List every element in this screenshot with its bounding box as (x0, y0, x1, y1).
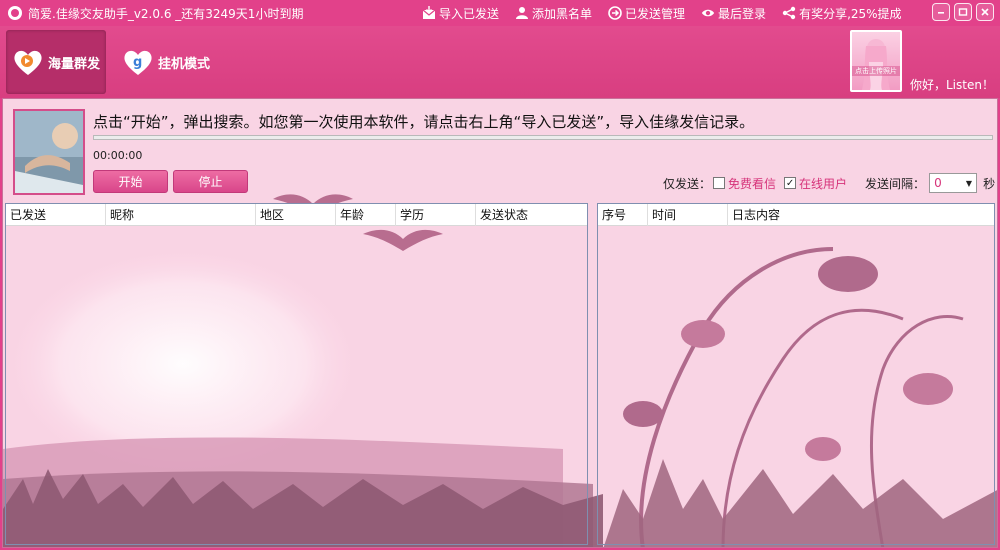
column-header-region[interactable]: 地区 (256, 204, 336, 226)
sent-management-label: 已发送管理 (625, 6, 686, 21)
last-login-button[interactable]: 最后登录 (701, 5, 766, 22)
window-title: 简爱.佳缘交友助手_v2.0.6 _还有3249天1小时到期 (28, 6, 304, 21)
start-button[interactable]: 开始 (93, 170, 168, 193)
share-reward-button[interactable]: 有奖分享,25%提成 (782, 5, 902, 22)
sent-management-button[interactable]: 已发送管理 (608, 5, 685, 22)
column-header-log-content[interactable]: 日志内容 (728, 204, 994, 226)
sent-users-table-header: 已发送 昵称 地区 年龄 学历 发送状态 (6, 204, 587, 226)
column-header-nickname[interactable]: 昵称 (106, 204, 256, 226)
log-table[interactable]: 序号 时间 日志内容 (597, 203, 995, 545)
avatar-caption: 点击上传照片 (852, 66, 900, 76)
title-actions: 导入已发送 添加黑名单 已发送管理 最后登录 有奖分享,25%提成 (422, 0, 918, 26)
mass-send-label: 海量群发 (48, 56, 101, 72)
minimize-button[interactable] (932, 3, 950, 21)
sent-users-table[interactable]: 已发送 昵称 地区 年龄 学历 发送状态 (5, 203, 588, 545)
svg-text:g: g (133, 55, 142, 70)
column-header-education[interactable]: 学历 (396, 204, 476, 226)
column-header-send-status[interactable]: 发送状态 (476, 204, 587, 226)
close-button[interactable] (976, 3, 994, 21)
online-users-checkbox[interactable]: ✓ (784, 177, 797, 189)
maximize-button[interactable] (954, 3, 972, 21)
idle-mode-label: 挂机模式 (158, 56, 211, 72)
share-reward-label: 有奖分享,25%提成 (799, 6, 902, 21)
mass-send-mode-button[interactable]: 海量群发 (6, 30, 106, 94)
last-login-label: 最后登录 (718, 6, 767, 21)
online-users-label: 在线用户 (799, 176, 848, 191)
column-header-index[interactable]: 序号 (598, 204, 648, 226)
eye-icon (701, 6, 715, 20)
log-table-header: 序号 时间 日志内容 (598, 204, 994, 226)
free-view-label: 免费看信 (728, 176, 777, 191)
import-icon (422, 6, 436, 20)
send-interval-select[interactable]: 0 ▼ (929, 173, 978, 193)
title-group: 简爱.佳缘交友助手_v2.0.6 _还有3249天1小时到期 (8, 0, 303, 26)
instruction-text: 点击“开始”，弹出搜索。如您第一次使用本软件，请点击右上角“导入已发送”，导入佳… (93, 113, 755, 131)
arrow-circle-icon (608, 6, 622, 20)
search-progress-bar (93, 135, 993, 140)
elapsed-timer: 00:00:00 (93, 149, 143, 162)
share-icon (782, 6, 796, 20)
add-blacklist-button[interactable]: 添加黑名单 (515, 5, 592, 22)
greeting-text: 你好，Listen！ (910, 78, 994, 92)
idle-mode-button[interactable]: g 挂机模式 (116, 30, 226, 94)
send-options: 仅发送： 免费看信 ✓ 在线用户 发送间隔： 0 ▼ 秒 (663, 173, 995, 193)
profile-photo (13, 109, 85, 195)
add-blacklist-label: 添加黑名单 (532, 6, 593, 21)
close-icon (981, 8, 989, 16)
female-silhouette-icon (862, 39, 890, 90)
chevron-down-icon: ▼ (965, 178, 973, 188)
seconds-unit-label: 秒 (983, 176, 996, 191)
mode-toolbar: 海量群发 g 挂机模式 点击上传照片 你好，Listen！ (0, 26, 1000, 98)
stop-button[interactable]: 停止 (173, 170, 248, 193)
heart-g-icon: g (122, 47, 154, 77)
avatar[interactable]: 点击上传照片 (850, 30, 902, 92)
import-sent-button[interactable]: 导入已发送 (422, 5, 499, 22)
send-interval-label: 发送间隔： (865, 176, 926, 191)
heart-send-icon (12, 47, 44, 77)
free-view-checkbox[interactable] (713, 177, 726, 189)
send-interval-value: 0 (934, 176, 942, 190)
app-logo-icon (8, 6, 22, 20)
column-header-sent[interactable]: 已发送 (6, 204, 106, 226)
column-header-time[interactable]: 时间 (648, 204, 728, 226)
only-send-label: 仅发送： (663, 176, 712, 191)
import-sent-label: 导入已发送 (439, 6, 500, 21)
main-panel: 点击“开始”，弹出搜索。如您第一次使用本软件，请点击右上角“导入已发送”，导入佳… (2, 98, 998, 548)
minimize-icon (938, 12, 944, 14)
title-bar: 简爱.佳缘交友助手_v2.0.6 _还有3249天1小时到期 导入已发送 添加黑… (0, 0, 1000, 26)
window-controls (932, 3, 994, 21)
maximize-icon (958, 8, 968, 16)
user-icon (515, 6, 529, 20)
column-header-age[interactable]: 年龄 (336, 204, 396, 226)
